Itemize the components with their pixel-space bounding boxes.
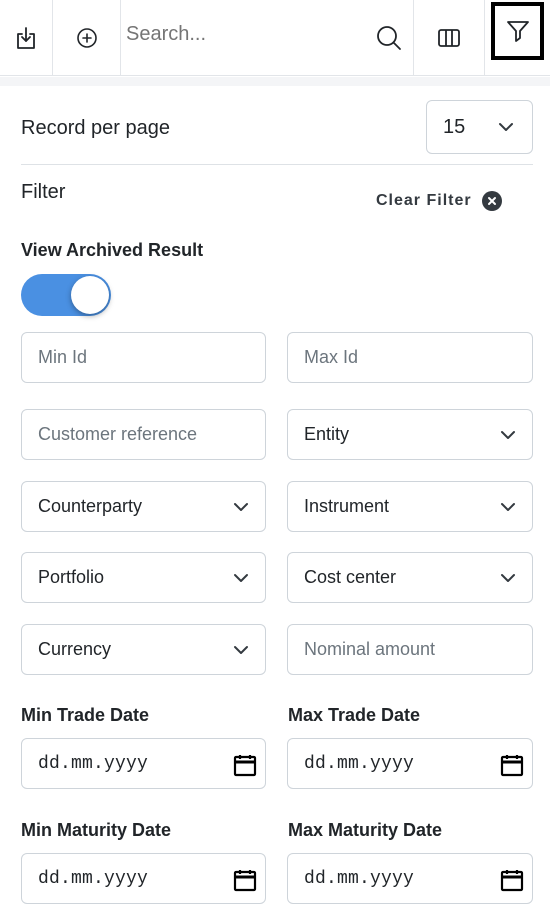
max-id-placeholder: Max Id bbox=[304, 347, 359, 367]
search-button[interactable] bbox=[372, 0, 406, 76]
max-id-input[interactable]: Max Id bbox=[287, 332, 533, 383]
download-icon bbox=[17, 27, 35, 49]
instrument-select[interactable]: Instrument bbox=[287, 481, 533, 532]
entity-label: Entity bbox=[304, 424, 350, 444]
calendar-icon[interactable] bbox=[233, 753, 257, 777]
portfolio-label: Portfolio bbox=[38, 567, 105, 587]
counterparty-label: Counterparty bbox=[38, 496, 143, 516]
clear-filter-button[interactable]: Clear Filter bbox=[376, 190, 502, 212]
calendar-icon[interactable] bbox=[500, 868, 524, 892]
chevron-down-icon bbox=[501, 574, 515, 582]
min-maturity-date-label: Min Maturity Date bbox=[21, 820, 172, 840]
search-icon bbox=[377, 26, 401, 50]
toolbar-divider bbox=[484, 0, 485, 76]
panel-separator bbox=[0, 77, 550, 86]
columns-icon bbox=[438, 29, 460, 47]
min-maturity-date-input[interactable]: dd.mm.yyyy bbox=[21, 853, 266, 904]
instrument-label: Instrument bbox=[304, 496, 390, 516]
min-id-input[interactable]: Min Id bbox=[21, 332, 266, 383]
divider bbox=[21, 164, 533, 165]
min-trade-date-value: dd.mm.yyyy bbox=[38, 753, 149, 774]
max-maturity-date-value: dd.mm.yyyy bbox=[304, 868, 415, 889]
max-trade-date-value: dd.mm.yyyy bbox=[304, 753, 415, 774]
columns-button[interactable] bbox=[414, 0, 484, 76]
plus-circle-icon bbox=[76, 28, 97, 48]
max-trade-date-input[interactable]: dd.mm.yyyy bbox=[287, 738, 533, 789]
portfolio-select[interactable]: Portfolio bbox=[21, 552, 266, 603]
search-input[interactable] bbox=[126, 19, 366, 49]
customer-reference-placeholder: Customer reference bbox=[38, 424, 198, 444]
currency-label: Currency bbox=[38, 639, 112, 659]
toggle-knob bbox=[71, 276, 109, 314]
view-archived-toggle[interactable] bbox=[21, 274, 111, 316]
entity-select[interactable]: Entity bbox=[287, 409, 533, 460]
view-archived-label: View Archived Result bbox=[21, 240, 204, 260]
clear-filter-label: Clear Filter bbox=[376, 192, 472, 209]
records-per-page-label: Record per page bbox=[21, 117, 170, 139]
chevron-down-icon bbox=[234, 503, 248, 511]
min-trade-date-label: Min Trade Date bbox=[21, 705, 150, 725]
min-id-placeholder: Min Id bbox=[38, 347, 88, 367]
chevron-down-icon bbox=[501, 431, 515, 439]
chevron-down-icon bbox=[234, 646, 248, 654]
nominal-amount-placeholder: Nominal amount bbox=[304, 639, 436, 659]
counterparty-select[interactable]: Counterparty bbox=[21, 481, 266, 532]
max-maturity-date-input[interactable]: dd.mm.yyyy bbox=[287, 853, 533, 904]
toolbar bbox=[0, 0, 550, 76]
nominal-amount-input[interactable]: Nominal amount bbox=[287, 624, 533, 675]
customer-reference-input[interactable]: Customer reference bbox=[21, 409, 266, 460]
records-per-page-value: 15 bbox=[443, 115, 466, 138]
chevron-down-icon bbox=[234, 574, 248, 582]
filter-icon bbox=[506, 21, 529, 42]
add-button[interactable] bbox=[53, 0, 120, 76]
close-icon bbox=[481, 191, 502, 211]
chevron-down-icon bbox=[499, 123, 513, 131]
filter-button[interactable] bbox=[491, 2, 544, 60]
chevron-down-icon bbox=[501, 503, 515, 511]
calendar-icon[interactable] bbox=[233, 868, 257, 892]
min-maturity-date-value: dd.mm.yyyy bbox=[38, 868, 149, 889]
currency-select[interactable]: Currency bbox=[21, 624, 266, 675]
download-button[interactable] bbox=[0, 0, 52, 76]
max-trade-date-label: Max Trade Date bbox=[288, 705, 421, 725]
min-trade-date-input[interactable]: dd.mm.yyyy bbox=[21, 738, 266, 789]
max-maturity-date-label: Max Maturity Date bbox=[288, 820, 443, 840]
calendar-icon[interactable] bbox=[500, 753, 524, 777]
cost-center-select[interactable]: Cost center bbox=[287, 552, 533, 603]
records-per-page-select[interactable]: 15 bbox=[426, 100, 533, 154]
cost-center-label: Cost center bbox=[304, 567, 397, 587]
filter-title: Filter bbox=[21, 181, 66, 203]
toolbar-divider bbox=[120, 0, 121, 76]
